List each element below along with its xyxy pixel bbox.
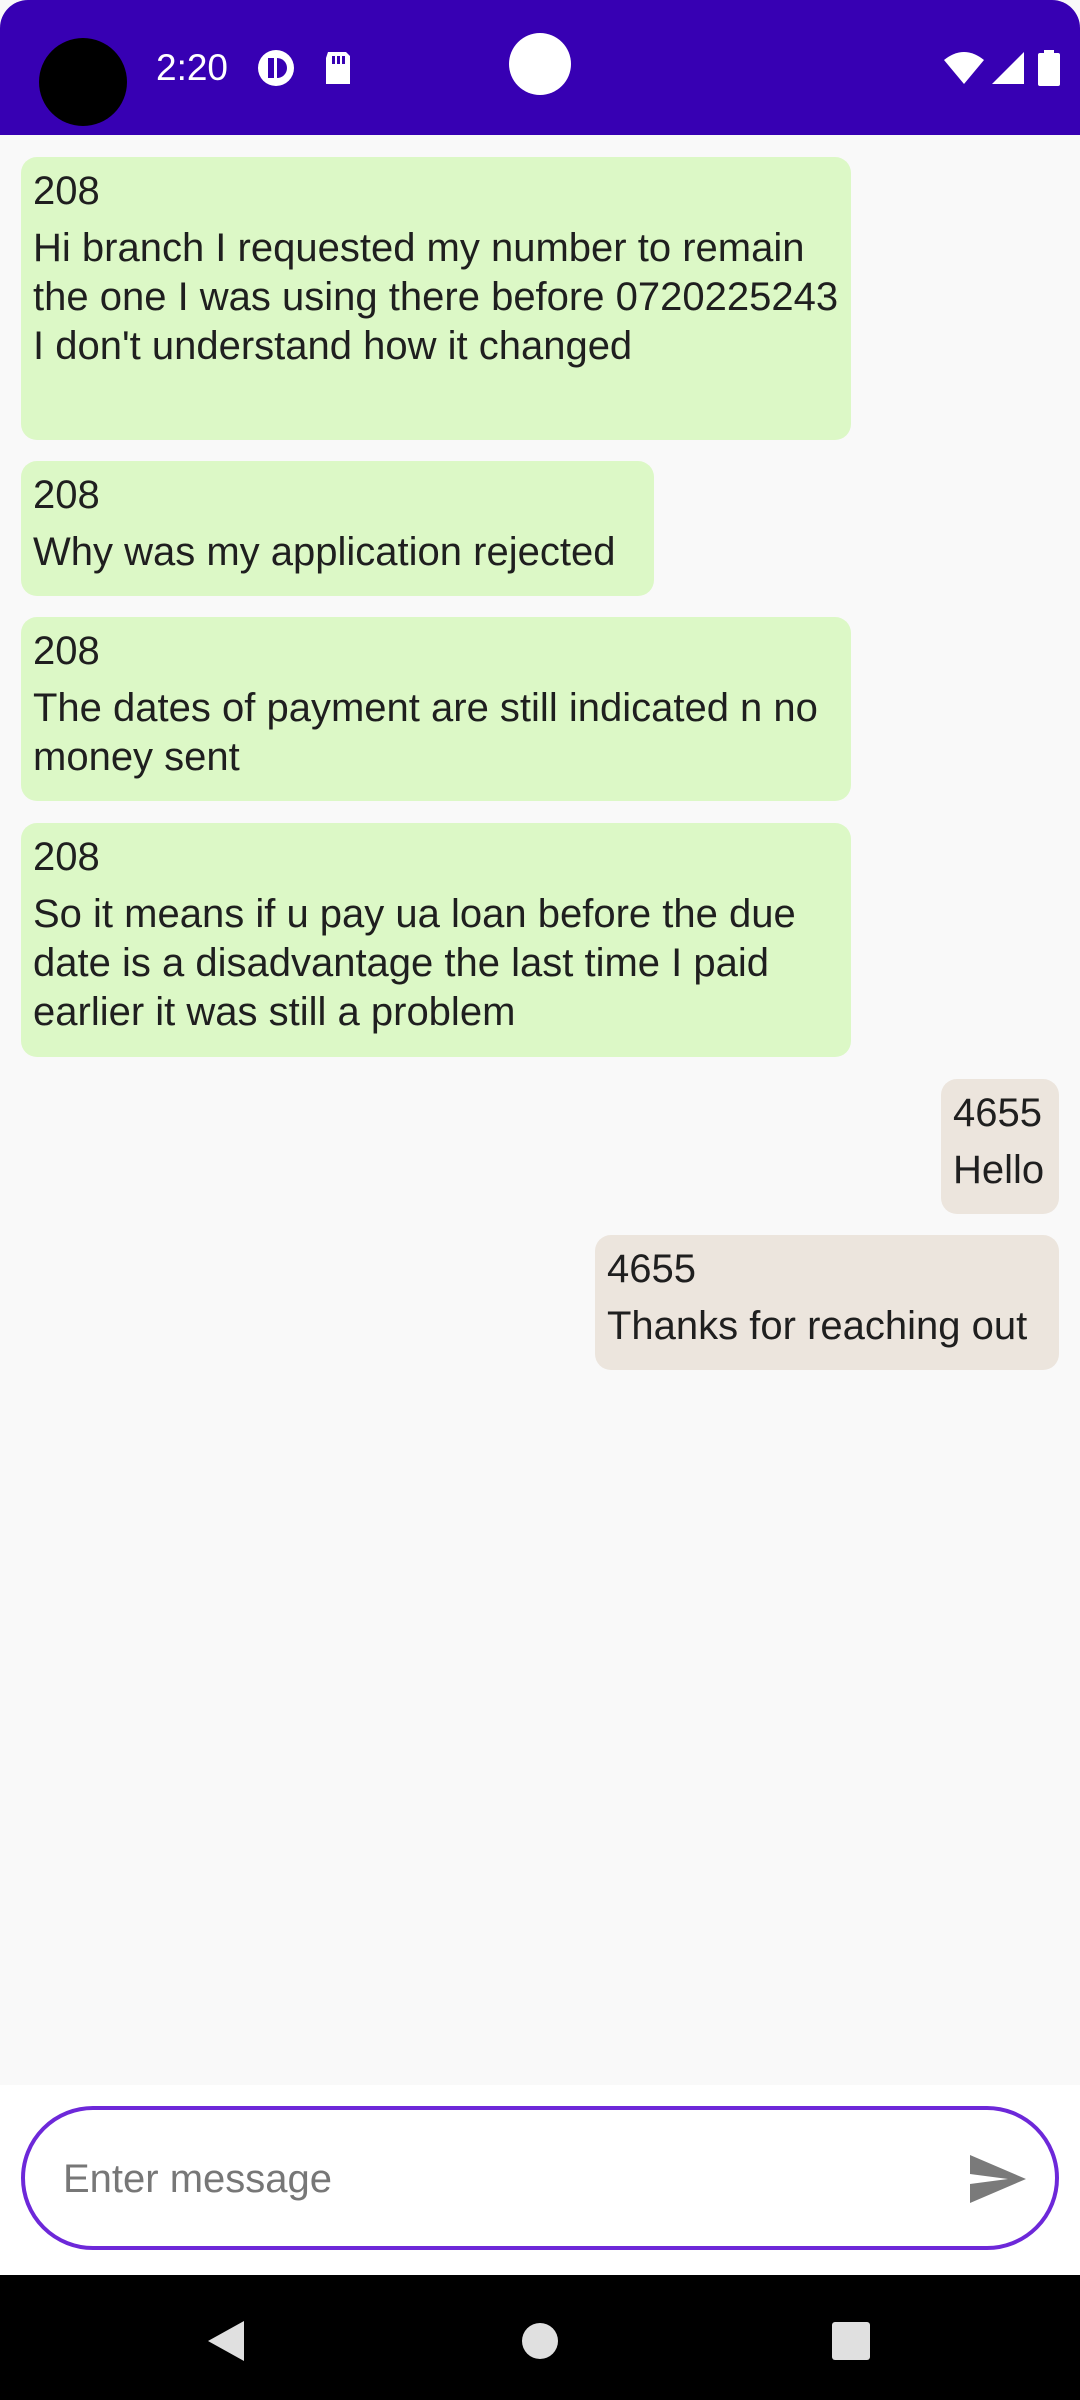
sd-card-icon (318, 48, 358, 88)
message-sender: 208 (33, 629, 100, 673)
message-text: The dates of payment are still indicated… (33, 686, 830, 779)
message-bubble: 208 Hi branch I requested my number to r… (21, 157, 851, 440)
message-text: Why was my application rejected (33, 530, 616, 574)
message-text: Thanks for reaching out (607, 1304, 1028, 1348)
status-bar: 2:20 (0, 0, 1080, 135)
send-button[interactable] (965, 2146, 1031, 2212)
back-button[interactable] (196, 2311, 256, 2371)
send-icon (970, 2155, 1026, 2203)
home-icon (522, 2323, 558, 2359)
message-bubble: 208 Why was my application rejected (21, 461, 654, 596)
battery-icon (1036, 48, 1062, 88)
home-button[interactable] (510, 2311, 570, 2371)
message-bubble: 208 So it means if u pay ua loan before … (21, 823, 851, 1057)
front-camera-dot (509, 33, 571, 95)
message-text: Hi branch I requested my number to remai… (33, 226, 861, 368)
recents-icon (832, 2322, 870, 2360)
signal-icon (988, 48, 1028, 88)
message-sender: 208 (33, 169, 100, 213)
navigation-bar (0, 2275, 1080, 2400)
message-sender: 208 (33, 835, 100, 879)
message-sender: 4655 (953, 1091, 1042, 1135)
message-input[interactable] (61, 2148, 945, 2210)
message-sender: 208 (33, 473, 100, 517)
message-list[interactable]: 208 Hi branch I requested my number to r… (0, 135, 1080, 2085)
notification-app-icon (256, 48, 296, 88)
recents-button[interactable] (821, 2311, 881, 2371)
back-icon (208, 2321, 244, 2361)
message-bubble: 208 The dates of payment are still indic… (21, 617, 851, 801)
message-sender: 4655 (607, 1247, 696, 1291)
camera-cutout (39, 38, 127, 126)
status-time: 2:20 (156, 47, 229, 88)
message-bubble: 4655 Thanks for reaching out (595, 1235, 1059, 1370)
message-bubble: 4655 Hello (941, 1079, 1059, 1214)
composer-area (0, 2085, 1080, 2275)
message-composer (21, 2106, 1059, 2250)
wifi-icon (942, 48, 986, 88)
message-text: Hello (953, 1148, 1045, 1192)
message-text: So it means if u pay ua loan before the … (33, 892, 807, 1034)
